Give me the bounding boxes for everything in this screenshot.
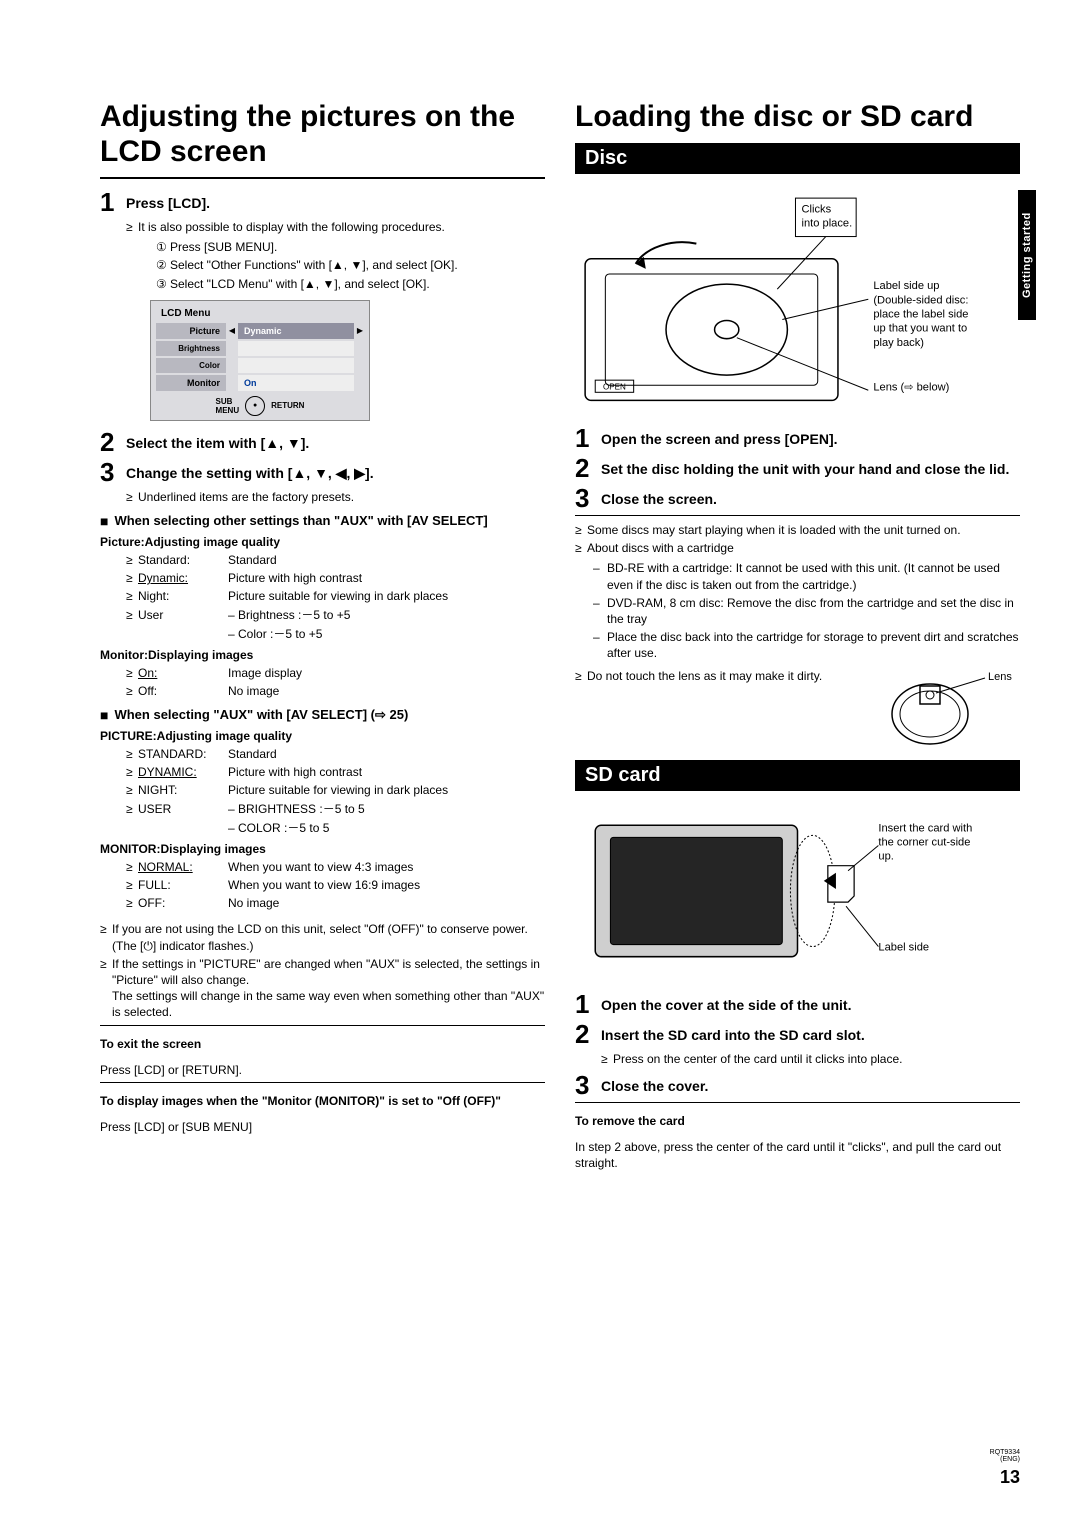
disc-step-2-number: 2 [575,455,601,481]
display-body: Press [LCD] or [SUB MENU] [100,1119,545,1135]
proc-3: Select "LCD Menu" with [▲, ▼], and selec… [170,277,430,291]
lcd-monitor-value: On [238,375,354,391]
sd-diagram: Insert the card with the corner cut-side… [575,805,1020,977]
lcd-return-label: RETURN [271,401,304,410]
svg-text:into place.: into place. [802,217,853,229]
label-side-up: Label side up [873,280,939,292]
lens-diagram: Lens [880,664,1020,754]
svg-text:(Double-sided disc:: (Double-sided disc: [873,294,968,306]
disc-step-2-text: Set the disc holding the unit with your … [601,455,1009,477]
lens-label: Lens [988,671,1012,683]
title-left: Adjusting the pictures on the LCD screen [100,100,545,169]
step1-note: It is also possible to display with the … [126,219,545,235]
lcd-ok-icon: ● [245,396,265,416]
step3-note: Underlined items are the factory presets… [126,489,545,505]
lens-pointer-label: Lens (⇨ below) [873,381,949,393]
monitor2-table: NORMAL:When you want to view 4:3 images … [126,859,545,912]
block1-heading: When selecting other settings than "AUX"… [114,513,487,528]
sd-step-1-number: 1 [575,991,601,1017]
sd-step-3-number: 3 [575,1072,601,1098]
monitor2-heading: MONITOR:Displaying images [100,842,545,856]
disc-note-2: About discs with a cartridge [575,540,1020,556]
svg-text:play back): play back) [873,336,924,348]
sd-step-1-text: Open the cover at the side of the unit. [601,991,851,1013]
sd-section-bar: SD card [575,760,1020,791]
lcd-brightness-value [238,341,354,356]
step-1-text: Press [LCD]. [126,189,210,211]
monitor-heading: Monitor:Displaying images [100,648,545,662]
remove-body: In step 2 above, press the center of the… [575,1139,1020,1171]
title-right: Loading the disc or SD card [575,100,1020,135]
sd-insert-label: Insert the card with [878,822,972,834]
exit-heading: To exit the screen [100,1036,545,1052]
tail-note-1: If you are not using the LCD on this uni… [100,921,545,953]
disc-step-3-text: Close the screen. [601,485,717,507]
remove-heading: To remove the card [575,1113,1020,1129]
disc-step-1-text: Open the screen and press [OPEN]. [601,425,838,447]
lens-note: Do not touch the lens as it may make it … [575,668,870,684]
picture-heading: Picture:Adjusting image quality [100,535,545,549]
sd-step-3-text: Close the cover. [601,1072,708,1094]
step-3-number: 3 [100,459,126,485]
side-tab-getting-started: Getting started [1018,190,1036,320]
proc-1: Press [SUB MENU]. [170,240,277,254]
exit-body: Press [LCD] or [RETURN]. [100,1062,545,1078]
svg-text:place the label side: place the label side [873,308,968,320]
lcd-picture-value: Dynamic [238,323,354,339]
lcd-menu-diagram: LCD Menu Picture ◀ Dynamic ▶ Brightness … [150,300,370,421]
svg-text:up.: up. [878,850,893,862]
open-button-label: OPEN [603,382,626,391]
svg-text:up that you want to: up that you want to [873,322,967,334]
picture2-table: STANDARD:Standard DYNAMIC:Picture with h… [126,746,545,836]
step-2-number: 2 [100,429,126,455]
step-3-text: Change the setting with [▲, ▼, ◀, ▶]. [126,459,374,482]
svg-text:the corner cut-side: the corner cut-side [878,836,970,848]
sd-label-side: Label side [878,941,929,953]
disc-step-3-number: 3 [575,485,601,511]
footer-code: RQT9334 (ENG) [990,1449,1020,1464]
sd-step-2-text: Insert the SD card into the SD card slot… [601,1021,865,1043]
disc-diagram: OPEN Clicks into place. Label side up (D… [575,188,1020,411]
disc-dash-1: BD-RE with a cartridge: It cannot be use… [593,560,1020,592]
proc-2: Select "Other Functions" with [▲, ▼], an… [170,258,458,272]
lcd-brightness-label: Brightness [156,341,226,356]
page-number: 13 [1000,1467,1020,1488]
tail-note-2: If the settings in "PICTURE" are changed… [100,956,545,1021]
right-column: Loading the disc or SD card Disc OPEN Cl… [575,100,1020,1173]
disc-dash-2: DVD-RAM, 8 cm disc: Remove the disc from… [593,595,1020,627]
lcd-color-label: Color [156,358,226,373]
step-1-number: 1 [100,189,126,215]
lcd-sub-menu-label: SUB MENU [216,397,240,415]
disc-step-1-number: 1 [575,425,601,451]
step-2-text: Select the item with [▲, ▼]. [126,429,309,451]
monitor-table: On:Image display Off:No image [126,665,545,699]
clicks-label: Clicks [802,203,832,215]
sd-step2-note: Press on the center of the card until it… [601,1051,1020,1067]
picture-table: Standard:Standard Dynamic:Picture with h… [126,552,545,642]
sd-step-2-number: 2 [575,1021,601,1047]
left-column: Adjusting the pictures on the LCD screen… [100,100,545,1173]
lcd-picture-label: Picture [156,323,226,339]
lcd-menu-title: LCD Menu [155,305,365,322]
lcd-monitor-label: Monitor [156,375,226,391]
display-heading: To display images when the "Monitor (MON… [100,1093,545,1109]
block2-heading: When selecting "AUX" with [AV SELECT] (⇨… [114,707,408,723]
disc-note-1: Some discs may start playing when it is … [575,522,1020,538]
disc-dash-3: Place the disc back into the cartridge f… [593,629,1020,661]
lcd-color-value [238,358,354,373]
disc-section-bar: Disc [575,143,1020,174]
picture2-heading: PICTURE:Adjusting image quality [100,729,545,743]
